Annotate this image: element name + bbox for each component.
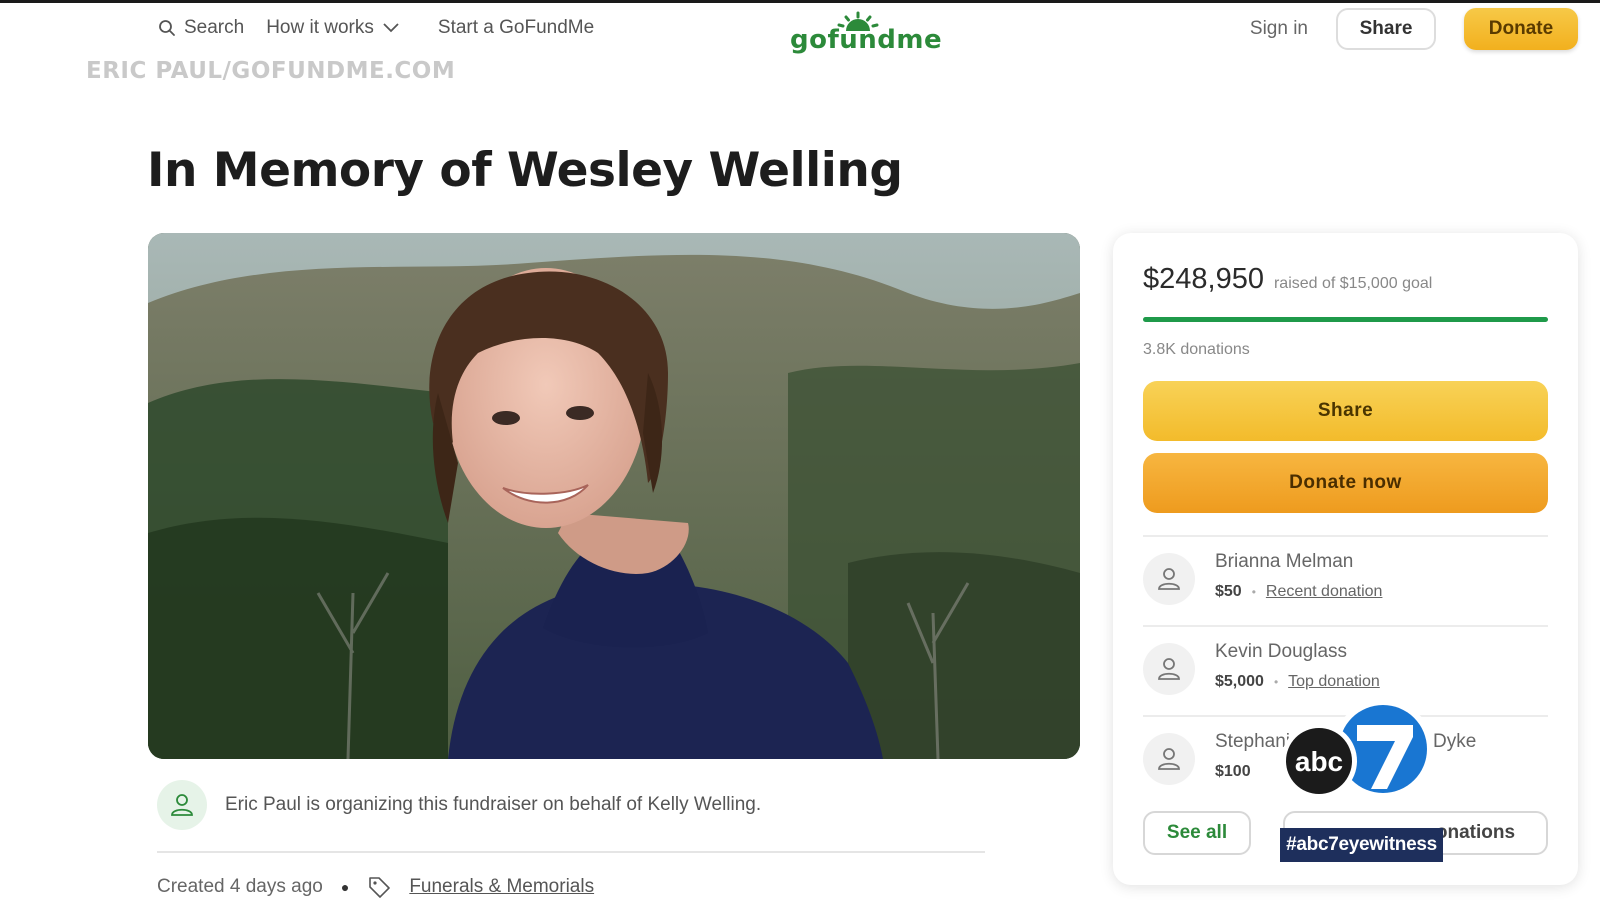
abc7-logo-overlay: abc xyxy=(1281,697,1443,807)
logo-text: gofundme xyxy=(790,25,943,55)
start-gofundme-link[interactable]: Start a GoFundMe xyxy=(438,17,594,39)
divider xyxy=(1143,535,1548,537)
tag-icon xyxy=(369,877,391,898)
progress-fill xyxy=(1143,317,1548,322)
donor-details: $50 • Recent donation xyxy=(1215,583,1382,601)
raised-goal: raised of $15,000 goal xyxy=(1273,275,1433,292)
donor-details: $100 xyxy=(1215,763,1251,781)
donor-name: Brianna Melman xyxy=(1215,551,1354,572)
donor-amount: $5,000 xyxy=(1215,673,1264,690)
progress-bar xyxy=(1143,317,1548,322)
donor-amount: $100 xyxy=(1215,763,1251,780)
donor-tag-link[interactable]: Top donation xyxy=(1288,673,1380,691)
share-button-header[interactable]: Share xyxy=(1336,8,1436,50)
donor-avatar xyxy=(1143,733,1195,785)
user-icon xyxy=(1158,748,1180,770)
donations-count: 3.8K donations xyxy=(1143,341,1250,358)
organizer-text: Eric Paul is organizing this fundraiser … xyxy=(225,794,762,815)
donor-item: Kevin Douglass $5,000 • Top donation xyxy=(1143,635,1548,705)
separator-dot: • xyxy=(1273,675,1279,689)
sign-in-link[interactable]: Sign in xyxy=(1250,18,1308,40)
search-label: Search xyxy=(184,17,245,38)
raised-summary: $248,950 raised of $15,000 goal xyxy=(1143,263,1432,296)
how-it-works-menu[interactable]: How it works xyxy=(266,17,400,39)
separator-dot: • xyxy=(1251,585,1256,599)
separator-dot: ● xyxy=(340,879,350,895)
organizer-avatar xyxy=(157,780,207,830)
how-it-works-label: How it works xyxy=(266,17,374,38)
hashtag-banner: #abc7eyewitness xyxy=(1280,828,1443,862)
raised-amount: $248,950 xyxy=(1143,263,1264,295)
see-all-button[interactable]: See all xyxy=(1143,811,1251,855)
divider xyxy=(157,851,985,853)
page-title: In Memory of Wesley Welling xyxy=(147,143,903,198)
campaign-meta: Created 4 days ago ● Funerals & Memorial… xyxy=(157,875,594,899)
user-icon xyxy=(1158,658,1180,680)
category-link[interactable]: Funerals & Memorials xyxy=(409,876,594,898)
start-gofundme-label: Start a GoFundMe xyxy=(437,17,595,38)
donate-now-button[interactable]: Donate now xyxy=(1143,453,1548,513)
user-icon xyxy=(1158,568,1180,590)
donor-details: $5,000 • Top donation xyxy=(1215,673,1380,691)
share-button[interactable]: Share xyxy=(1143,381,1548,441)
created-date: Created 4 days ago xyxy=(157,876,323,897)
donor-avatar xyxy=(1143,643,1195,695)
donor-avatar xyxy=(1143,553,1195,605)
organizer-info: Eric Paul is organizing this fundraiser … xyxy=(157,780,761,830)
donor-name: Kevin Douglass xyxy=(1215,641,1348,662)
photo-credit-watermark: ERIC PAUL/GOFUNDME.COM xyxy=(86,58,456,84)
search-link[interactable]: Search xyxy=(158,17,244,39)
nav-right: Sign in Share Donate xyxy=(1250,8,1578,50)
donate-button-header[interactable]: Donate xyxy=(1464,8,1578,50)
campaign-photo xyxy=(148,233,1080,759)
abc-logo-text: abc xyxy=(1295,746,1343,777)
donor-item: Brianna Melman $50 • Recent donation xyxy=(1143,545,1548,615)
site-header: Search How it works Start a GoFundMe gof… xyxy=(0,3,1600,55)
top-donations-label: onations xyxy=(1435,822,1516,843)
donor-amount: $50 xyxy=(1215,583,1242,600)
gofundme-logo[interactable]: gofundme xyxy=(790,11,943,55)
chevron-down-icon xyxy=(383,23,399,33)
user-icon xyxy=(171,794,193,816)
divider xyxy=(1143,625,1548,627)
search-icon xyxy=(159,20,175,36)
donor-tag-link[interactable]: Recent donation xyxy=(1266,583,1383,601)
nav-left: Search How it works Start a GoFundMe xyxy=(158,17,594,39)
